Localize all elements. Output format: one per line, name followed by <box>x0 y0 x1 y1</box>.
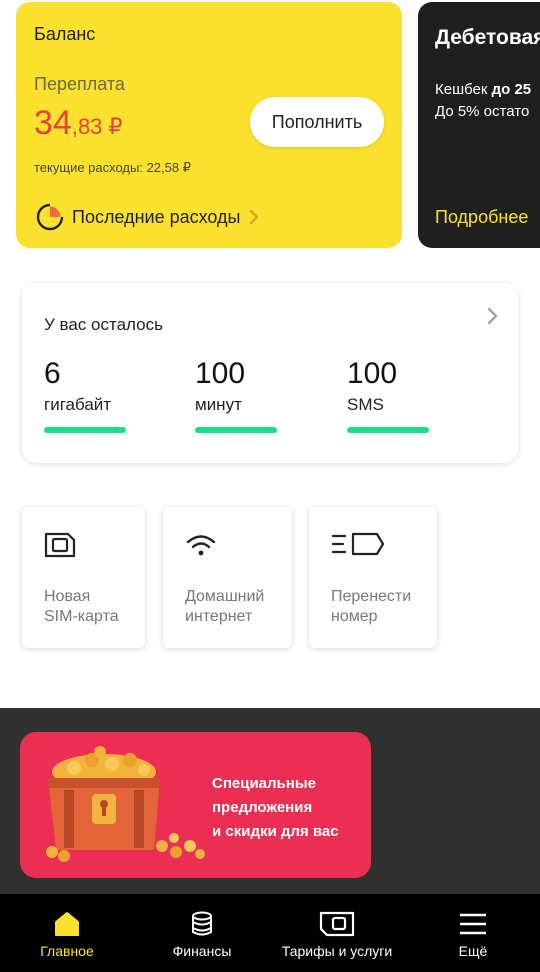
special-offers-banner[interactable]: Специальные предложения и скидки для вас <box>20 732 371 878</box>
wifi-icon <box>186 535 216 556</box>
balance-card[interactable]: Баланс Переплата 34,83 ₽ текущие расходы… <box>16 2 402 248</box>
remaining-data-value: 6 <box>44 357 61 390</box>
current-expenses: текущие расходы: 22,58 ₽ <box>34 160 191 175</box>
transfer-number-icon <box>331 532 385 556</box>
nav-more[interactable]: Ещё <box>432 894 514 972</box>
remaining-minutes: 100 минут <box>195 359 305 433</box>
remaining-minutes-bar <box>195 427 277 433</box>
nav-finance-label: Финансы <box>172 943 232 959</box>
last-expenses-label: Последние расходы <box>72 206 241 227</box>
sim-icon <box>319 911 355 937</box>
chevron-right-icon <box>487 307 498 325</box>
debit-cashback-value: до 25 <box>491 81 532 98</box>
remaining-data-unit: гигабайт <box>44 395 112 414</box>
coins-icon <box>192 911 212 936</box>
expenses-pie-icon <box>36 203 64 231</box>
debit-interest-line: До 5% остато <box>435 103 530 120</box>
remaining-minutes-unit: минут <box>195 395 242 414</box>
balance-amount-integer: 34 <box>34 104 72 142</box>
nav-more-label: Ещё <box>458 943 488 959</box>
remaining-data: 6 гигабайт <box>44 359 154 433</box>
transfer-number-tile[interactable]: Перенести номер <box>309 507 437 648</box>
debit-cashback-line: Кешбек до 25 <box>435 81 531 98</box>
menu-icon <box>460 913 486 935</box>
new-sim-label: Новая SIM-карта <box>44 588 119 625</box>
remaining-card[interactable]: У вас осталось 6 гигабайт 100 минут 100 … <box>22 283 518 463</box>
transfer-number-label: Перенести номер <box>331 588 412 625</box>
nav-home[interactable]: Главное <box>18 894 116 972</box>
treasure-chest-icon <box>46 746 205 862</box>
bottom-navigation: Главное Финансы Тарифы и услуги Ещё <box>0 894 540 972</box>
nav-home-label: Главное <box>40 943 94 959</box>
topup-button[interactable]: Пополнить <box>250 97 384 147</box>
home-internet-label: Домашний интернет <box>185 588 265 625</box>
last-expenses-link[interactable]: Последние расходы <box>34 200 260 234</box>
new-sim-tile[interactable]: Новая SIM-карта <box>22 507 145 648</box>
chevron-right-icon <box>250 209 259 225</box>
debit-card[interactable]: Дебетовая Кешбек до 25 До 5% остато Подр… <box>418 2 540 248</box>
debit-card-title: Дебетовая <box>435 26 540 49</box>
home-internet-tile[interactable]: Домашний интернет <box>163 507 292 648</box>
remaining-data-bar <box>44 427 126 433</box>
overpay-label: Переплата <box>34 74 125 94</box>
balance-amount: 34,83 ₽ <box>34 104 123 143</box>
debit-more-link[interactable]: Подробнее <box>435 207 528 228</box>
nav-finance[interactable]: Финансы <box>150 894 254 972</box>
home-icon <box>55 912 79 936</box>
top-carousel[interactable]: Баланс Переплата 34,83 ₽ текущие расходы… <box>0 0 540 260</box>
nav-tariffs-label: Тарифы и услуги <box>281 943 393 959</box>
remaining-sms: 100 SMS <box>347 359 457 433</box>
special-offers-text: Специальные предложения и скидки для вас <box>212 775 339 840</box>
remaining-title: У вас осталось <box>44 315 163 334</box>
balance-title: Баланс <box>34 24 96 44</box>
sim-card-icon <box>44 532 76 558</box>
remaining-sms-value: 100 <box>347 357 398 390</box>
remaining-minutes-value: 100 <box>195 357 246 390</box>
remaining-sms-bar <box>347 427 429 433</box>
debit-cashback-prefix: Кешбек <box>435 81 492 98</box>
nav-tariffs[interactable]: Тарифы и услуги <box>272 894 402 972</box>
balance-amount-decimal: ,83 ₽ <box>71 114 123 139</box>
promo-section: Специальные предложения и скидки для вас <box>0 708 540 894</box>
remaining-sms-unit: SMS <box>347 395 384 414</box>
